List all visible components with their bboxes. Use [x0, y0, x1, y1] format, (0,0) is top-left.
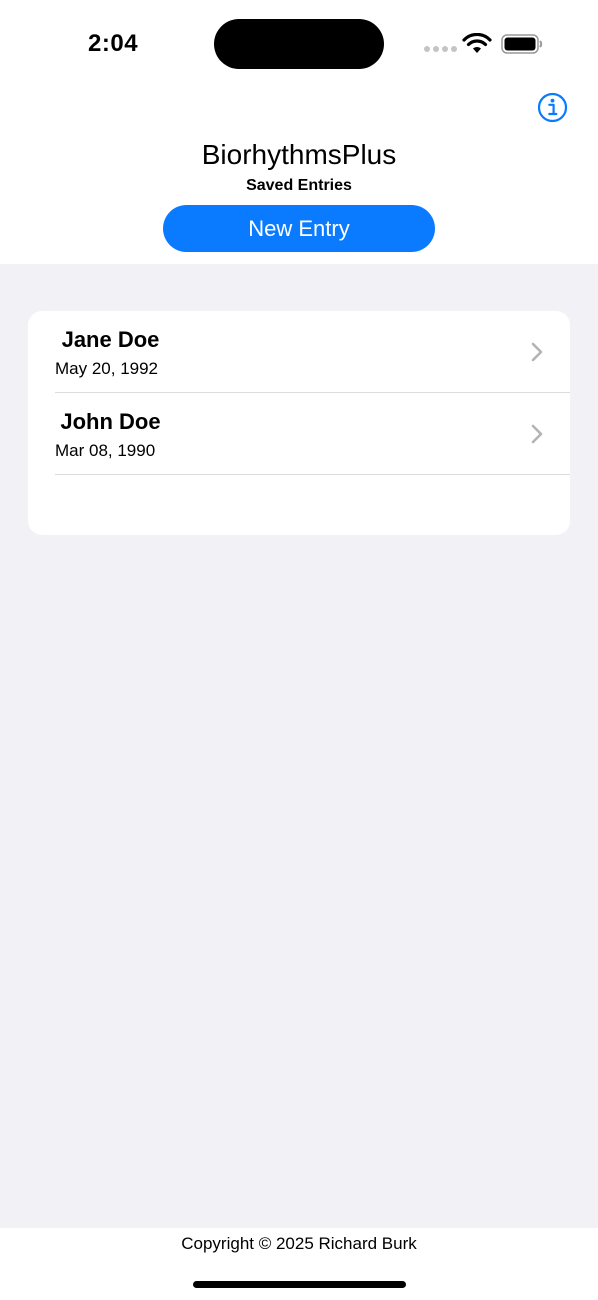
home-indicator[interactable] [193, 1281, 406, 1288]
dynamic-island [214, 19, 384, 69]
status-time: 2:04 [88, 30, 139, 57]
saved-entries-list: Jane Doe May 20, 1992 John Doe Mar 08, 1… [28, 311, 570, 535]
battery-icon [501, 34, 543, 54]
new-entry-button[interactable]: New Entry [163, 205, 435, 252]
wifi-icon [462, 33, 492, 53]
copyright-text: Copyright © 2025 Richard Burk [181, 1234, 417, 1253]
entry-name: Jane Doe [61, 327, 160, 352]
footer: Copyright © 2025 Richard Burk [0, 1228, 598, 1300]
row-divider [55, 474, 570, 475]
page-subtitle: Saved Entries [246, 177, 352, 194]
info-circle-icon[interactable] [537, 92, 568, 123]
list-item[interactable]: Jane Doe May 20, 1992 [28, 311, 570, 393]
list-item[interactable]: John Doe Mar 08, 1990 [28, 393, 570, 475]
chevron-right-icon [531, 342, 543, 362]
status-bar: 2:04 [0, 0, 598, 90]
entry-date: Mar 08, 1990 [55, 441, 156, 460]
cellular-signal-icon [424, 46, 457, 52]
entry-date: May 20, 1992 [55, 359, 159, 378]
app-title: BiorhythmsPlus [201, 139, 397, 170]
main-content: Jane Doe May 20, 1992 John Doe Mar 08, 1… [0, 264, 598, 1228]
chevron-right-icon [531, 424, 543, 444]
entry-name: John Doe [60, 409, 161, 434]
